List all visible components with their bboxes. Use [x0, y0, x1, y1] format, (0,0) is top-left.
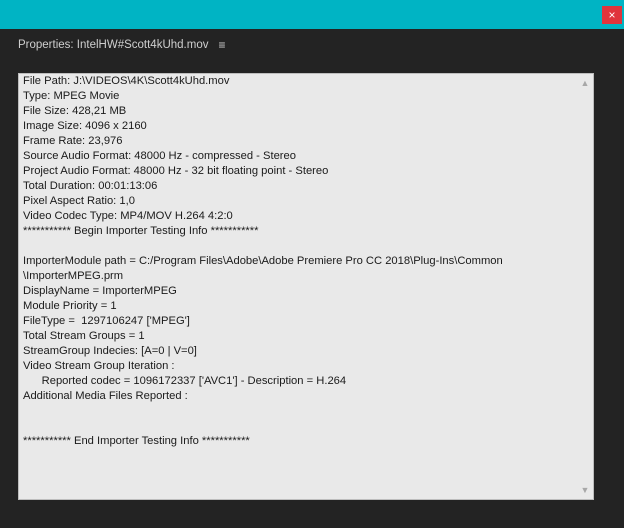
property-line: Image Size: 4096 x 2160 — [23, 120, 147, 132]
property-line: Module Priority = 1 — [23, 300, 117, 312]
scroll-down-arrow-icon[interactable]: ▼ — [580, 485, 590, 495]
property-line — [23, 404, 575, 419]
property-line: Type: MPEG Movie — [23, 90, 120, 102]
property-line: Total Stream Groups = 1 — [23, 330, 145, 342]
property-line: Source Audio Format: 48000 Hz - compress… — [23, 150, 296, 162]
close-icon[interactable]: × — [608, 8, 615, 22]
property-line — [23, 239, 575, 254]
panel-tab[interactable]: Properties: IntelHW#Scott4kUhd.mov ≡ — [18, 37, 225, 53]
properties-text: File Path: J:\VIDEOS\4K\Scott4kUhd.mov Ty… — [23, 74, 575, 449]
property-line: File Path: J:\VIDEOS\4K\Scott4kUhd.mov — [23, 75, 230, 87]
property-line: Video Codec Type: MP4/MOV H.264 4:2:0 — [23, 210, 233, 222]
panel-title: Properties: IntelHW#Scott4kUhd.mov — [18, 39, 209, 51]
properties-text-area[interactable]: File Path: J:\VIDEOS\4K\Scott4kUhd.mov Ty… — [18, 73, 594, 500]
property-line: *********** End Importer Testing Info **… — [23, 435, 250, 447]
property-line: ImporterModule path = C:/Program Files\A… — [23, 255, 503, 267]
property-line: Additional Media Files Reported : — [23, 390, 188, 402]
property-line: DisplayName = ImporterMPEG — [23, 285, 177, 297]
property-line: File Size: 428,21 MB — [23, 105, 127, 117]
property-line: Pixel Aspect Ratio: 1,0 — [23, 195, 135, 207]
property-line — [23, 419, 575, 434]
property-line: *********** Begin Importer Testing Info … — [23, 225, 259, 237]
property-line: Project Audio Format: 48000 Hz - 32 bit … — [23, 165, 329, 177]
property-line: Frame Rate: 23,976 — [23, 135, 123, 147]
property-line: Reported codec = 1096172337 ['AVC1'] - D… — [23, 375, 347, 387]
panel-menu-icon[interactable]: ≡ — [218, 38, 225, 52]
property-line: Total Duration: 00:01:13:06 — [23, 180, 158, 192]
window-titlebar[interactable]: × — [0, 0, 624, 29]
vertical-scrollbar[interactable]: ▲ ▼ — [577, 74, 593, 499]
property-line: \ImporterMPEG.prm — [23, 270, 124, 282]
property-line: StreamGroup Indecies: [A=0 | V=0] — [23, 345, 197, 357]
scroll-up-arrow-icon[interactable]: ▲ — [580, 78, 590, 88]
close-button[interactable]: × — [602, 6, 622, 24]
properties-panel: Properties: IntelHW#Scott4kUhd.mov ≡ Fil… — [0, 29, 624, 528]
property-line: Video Stream Group Iteration : — [23, 360, 175, 372]
property-line: FileType = 1297106247 ['MPEG'] — [23, 315, 190, 327]
